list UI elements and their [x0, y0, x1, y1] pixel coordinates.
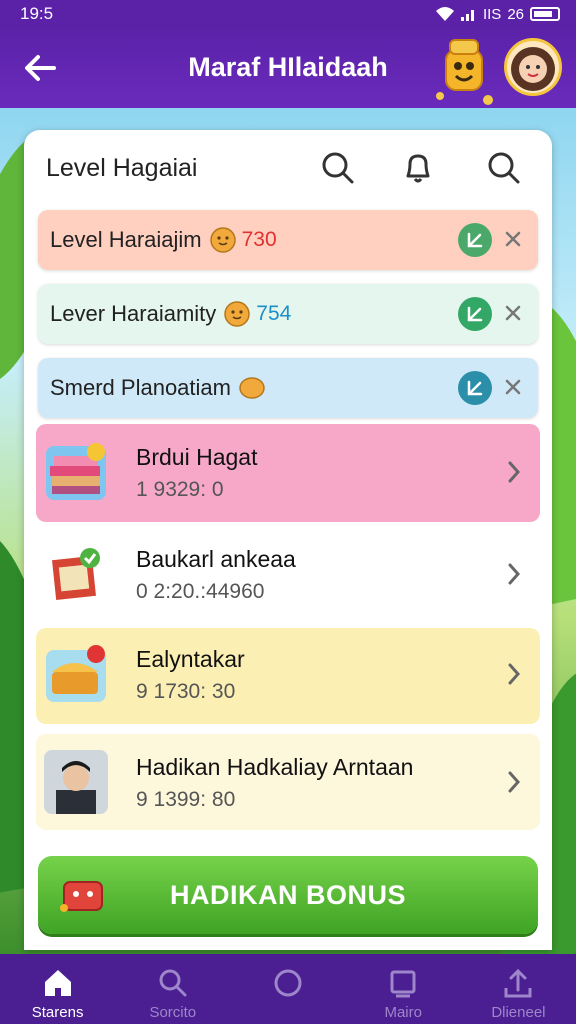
list-item[interactable]: Hadikan Hadkaliay Arntaan 9 1399: 80: [36, 734, 540, 830]
main-card: Level Hagaiai Level Haraiajim 730 Lever …: [24, 130, 552, 950]
app-bar: Maraf HIlaidaah: [0, 28, 576, 108]
item-subtitle: 1 9329: 0: [136, 478, 224, 501]
nav-label: Starens: [31, 1004, 84, 1021]
chevron-right-icon: [508, 663, 521, 685]
item-title: Hadikan Hadkaliay Arntaan: [136, 754, 414, 780]
mascot-icon: [436, 39, 493, 105]
nav-item-center[interactable]: [230, 954, 345, 1024]
avatar[interactable]: [504, 38, 562, 96]
level-value: 730: [241, 228, 277, 251]
status-network-text: IIS: [482, 5, 502, 23]
level-label: Smerd Planoatiam: [50, 375, 231, 400]
bell-icon[interactable]: [398, 148, 438, 188]
status-bar: 19:5 IIS 26: [0, 0, 576, 28]
level-row[interactable]: Smerd Planoatiam: [38, 358, 538, 418]
nav-label: Dlieneel: [491, 1004, 546, 1021]
item-subtitle: 9 1730: 30: [136, 680, 236, 703]
item-title: Brdui Hagat: [136, 444, 258, 470]
item-title: Ealyntakar: [136, 646, 245, 672]
card-header: Level Hagaiai: [24, 130, 552, 206]
books-icon: [46, 443, 106, 500]
coin-face-icon: [224, 301, 251, 327]
battery-text: 26: [507, 5, 524, 23]
nav-item-search[interactable]: Sorcito: [115, 954, 230, 1024]
level-value: 754: [256, 302, 292, 325]
check-arrow-icon: [467, 380, 483, 396]
circle-icon: [274, 969, 302, 997]
status-time: 19:5: [20, 4, 54, 23]
nav-item-mairo[interactable]: Mairo: [346, 954, 461, 1024]
status-icons: IIS 26: [435, 6, 560, 23]
wifi-icon: [435, 7, 454, 21]
item-title: Baukarl ankeaa: [136, 546, 296, 572]
chevron-right-icon: [508, 771, 521, 793]
level-label: Level Haraiajim: [50, 227, 202, 252]
close-icon[interactable]: [502, 376, 524, 398]
signal-icon: [460, 10, 474, 21]
upload-icon: [504, 968, 532, 998]
chevron-right-icon: [508, 563, 521, 585]
list-item[interactable]: Baukarl ankeaa 0 2:20.:44960: [36, 526, 540, 624]
level-row[interactable]: Level Haraiajim 730: [38, 210, 538, 270]
coin-face-icon: [209, 227, 236, 253]
level-label: Lever Haraiamity: [50, 301, 217, 326]
calendar-gift-icon: [52, 548, 100, 600]
close-icon[interactable]: [502, 228, 524, 250]
nav-item-dlieneel[interactable]: Dlieneel: [461, 954, 576, 1024]
item-subtitle: 0 2:20.:44960: [136, 580, 265, 603]
battery-icon: [530, 7, 560, 21]
check-arrow-icon: [467, 306, 483, 322]
nav-label: Mairo: [384, 1004, 422, 1021]
coin-icon: [239, 377, 265, 399]
home-icon: [44, 970, 71, 996]
bottom-nav: Starens Sorcito Mairo Dlieneel: [0, 954, 576, 1024]
nav-item-home[interactable]: Starens: [0, 954, 115, 1024]
check-button[interactable]: [458, 223, 492, 257]
treasure-chest-icon: [46, 645, 106, 702]
close-icon[interactable]: [502, 302, 524, 324]
user-avatar-icon: [511, 47, 555, 91]
list-item[interactable]: Ealyntakar 9 1730: 30: [36, 628, 540, 724]
bonus-button-label: HADIKAN BONUS: [170, 879, 406, 910]
square-icon: [390, 970, 416, 998]
gift-box-icon: [60, 881, 103, 912]
level-row[interactable]: Lever Haraiamity 754: [38, 284, 538, 344]
check-arrow-icon: [467, 232, 483, 248]
check-button[interactable]: [458, 371, 492, 405]
search-icon: [159, 969, 187, 997]
search-icon[interactable]: [318, 148, 358, 188]
nav-label: Sorcito: [149, 1004, 197, 1021]
chevron-right-icon: [508, 461, 521, 483]
item-subtitle: 9 1399: 80: [136, 788, 236, 811]
card-title: Level Hagaiai: [46, 154, 198, 182]
search-icon[interactable]: [484, 148, 524, 188]
person-photo-icon: [44, 750, 108, 814]
bonus-button[interactable]: HADIKAN BONUS: [38, 856, 538, 934]
list-item[interactable]: Brdui Hagat 1 9329: 0: [36, 424, 540, 522]
check-button[interactable]: [458, 297, 492, 331]
